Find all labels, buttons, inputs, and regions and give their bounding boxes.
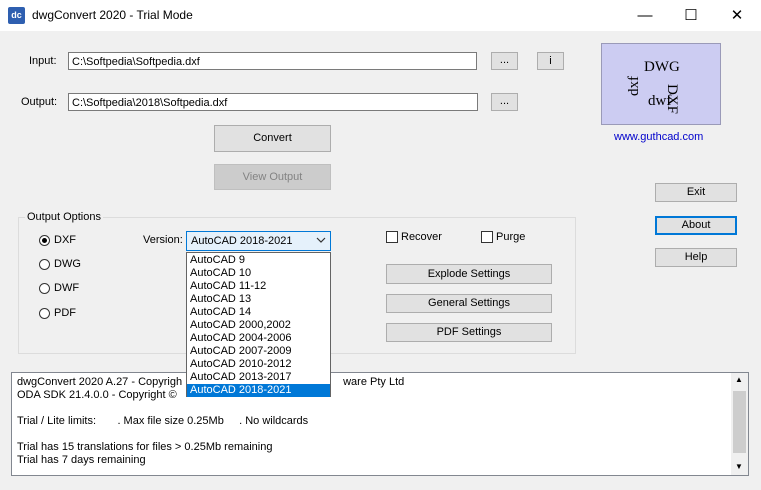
input-browse-button[interactable]: ...: [491, 52, 518, 70]
logo-dwf-text: dwf: [648, 93, 672, 109]
scroll-down-icon[interactable]: ▼: [735, 462, 743, 471]
info-button[interactable]: i: [537, 52, 564, 70]
radio-dwf-label: DWF: [54, 282, 80, 294]
convert-button[interactable]: Convert: [214, 125, 331, 152]
version-option[interactable]: AutoCAD 2010-2012: [187, 358, 330, 371]
guthcad-logo: DWG DXF dxf dwf: [601, 43, 721, 125]
version-option[interactable]: AutoCAD 14: [187, 306, 330, 319]
version-option[interactable]: AutoCAD 2000,2002: [187, 319, 330, 332]
output-browse-button[interactable]: ...: [491, 93, 518, 111]
purge-label: Purge: [496, 231, 526, 243]
app-icon: dc: [8, 7, 25, 24]
purge-checkbox[interactable]: [481, 231, 493, 243]
close-button[interactable]: ✕: [714, 0, 760, 31]
input-path-field[interactable]: C:\Softpedia\Softpedia.dxf: [68, 52, 477, 70]
log-line-3: Trial / Lite limits: . Max file size 0.2…: [17, 415, 309, 427]
version-combobox-value: AutoCAD 2018-2021: [191, 235, 293, 247]
view-output-button[interactable]: View Output: [214, 164, 331, 190]
output-options-title: Output Options: [25, 211, 103, 223]
logo-dxf-small-text: dxf: [626, 76, 642, 96]
explode-settings-button[interactable]: Explode Settings: [386, 264, 552, 284]
radio-pdf-circle[interactable]: [39, 308, 50, 319]
pdf-settings-button[interactable]: PDF Settings: [386, 323, 552, 342]
recover-label: Recover: [401, 231, 442, 243]
minimize-button[interactable]: —: [622, 0, 668, 31]
version-option[interactable]: AutoCAD 11-12: [187, 280, 330, 293]
window-title: dwgConvert 2020 - Trial Mode: [32, 8, 193, 22]
output-path-field[interactable]: C:\Softpedia\2018\Softpedia.dxf: [68, 93, 478, 111]
log-scrollbar[interactable]: ▲ ▼: [731, 373, 748, 475]
version-option-selected[interactable]: AutoCAD 2018-2021: [187, 384, 330, 397]
scroll-thumb[interactable]: [733, 391, 746, 453]
chevron-down-icon: [315, 233, 327, 250]
version-option[interactable]: AutoCAD 10: [187, 267, 330, 280]
version-label: Version:: [143, 234, 183, 246]
log-textbox[interactable]: dwgConvert 2020 A.27 - Copyrigh ware Pty …: [11, 372, 749, 476]
log-line-5: Trial has 15 translations for files > 0.…: [17, 441, 273, 453]
scroll-up-icon[interactable]: ▲: [735, 375, 743, 384]
radio-dxf-label: DXF: [54, 234, 76, 246]
input-label: Input:: [29, 55, 57, 67]
radio-dwg-circle[interactable]: [39, 259, 50, 270]
logo-dwg-text: DWG: [644, 59, 680, 75]
maximize-button[interactable]: ☐: [668, 0, 714, 31]
radio-dxf-circle[interactable]: [39, 235, 50, 246]
version-option[interactable]: AutoCAD 2007-2009: [187, 345, 330, 358]
output-label: Output:: [21, 96, 58, 108]
radio-pdf-label: PDF: [54, 307, 76, 319]
exit-button[interactable]: Exit: [655, 183, 737, 202]
version-option[interactable]: AutoCAD 13: [187, 293, 330, 306]
log-line-6: Trial has 7 days remaining: [17, 454, 146, 466]
about-button[interactable]: About: [655, 216, 737, 235]
version-option[interactable]: AutoCAD 2013-2017: [187, 371, 330, 384]
version-combobox[interactable]: AutoCAD 2018-2021: [186, 231, 331, 251]
version-option[interactable]: AutoCAD 2004-2006: [187, 332, 330, 345]
radio-dwf-circle[interactable]: [39, 283, 50, 294]
radio-dwg-label: DWG: [54, 258, 81, 270]
help-button[interactable]: Help: [655, 248, 737, 267]
website-link[interactable]: www.guthcad.com: [614, 131, 703, 143]
recover-checkbox[interactable]: [386, 231, 398, 243]
version-dropdown-list[interactable]: AutoCAD 9 AutoCAD 10 AutoCAD 11-12 AutoC…: [186, 252, 331, 397]
version-option[interactable]: AutoCAD 9: [187, 254, 330, 267]
log-line-4: [17, 428, 404, 441]
general-settings-button[interactable]: General Settings: [386, 294, 552, 313]
